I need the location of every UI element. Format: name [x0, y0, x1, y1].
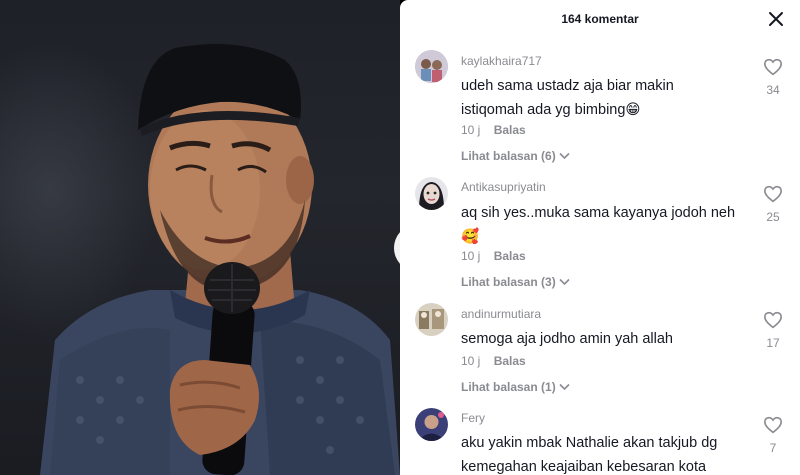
comment-text-line: udeh sama ustadz aja biar makin: [461, 78, 674, 94]
video-player[interactable]: [0, 0, 400, 475]
like-count: 17: [766, 336, 780, 350]
reply-button[interactable]: Balas: [494, 354, 526, 368]
panel-header: 164 komentar: [400, 0, 800, 38]
avatar[interactable]: [415, 303, 448, 336]
comment-text: aq sih yes..muka sama kayanya jodoh neh …: [461, 201, 751, 249]
comment-time: 10 j: [461, 249, 481, 263]
chevron-down-icon: [559, 278, 570, 286]
comment-username[interactable]: Antikasupriyatin: [461, 180, 546, 194]
comment-text-line: aku yakin mbak Nathalie akan takjub dg: [461, 435, 718, 451]
view-replies-label: Lihat balasan (1): [461, 380, 556, 394]
view-replies-label: Lihat balasan (6): [461, 149, 556, 163]
like-button[interactable]: 7: [760, 416, 786, 455]
comment-username[interactable]: kaylakhaira717: [461, 54, 542, 68]
view-replies-label: Lihat balasan (3): [461, 275, 556, 289]
video-frame: [40, 44, 400, 475]
like-count: 25: [766, 210, 780, 224]
view-replies-button[interactable]: Lihat balasan (3): [461, 275, 570, 289]
close-icon[interactable]: [768, 11, 784, 27]
comment-text: udeh sama ustadz aja biar makin istiqoma…: [461, 74, 751, 122]
comment-meta: 10 j Balas: [461, 123, 526, 137]
like-count: 7: [769, 441, 777, 455]
comment-meta: 10 j Balas: [461, 354, 526, 368]
view-replies-button[interactable]: Lihat balasan (1): [461, 380, 570, 394]
comment-text: semoga aja jodho amin yah allah: [461, 327, 751, 351]
comment-time: 10 j: [461, 123, 481, 137]
comment-text-line: kemegahan keajaiban kebesaran kota: [461, 459, 707, 475]
heart-outline-icon: [763, 416, 783, 434]
comment-text-line: aq sih yes..muka sama kayanya jodoh neh: [461, 205, 736, 221]
chevron-down-icon: [559, 152, 570, 160]
comment-username[interactable]: andinurmutiara: [461, 307, 541, 321]
comment-meta: 10 j Balas: [461, 249, 526, 263]
like-button[interactable]: 34: [760, 58, 786, 97]
view-replies-button[interactable]: Lihat balasan (6): [461, 149, 570, 163]
heart-outline-icon: [763, 185, 783, 203]
comments-count-title: 164 komentar: [561, 12, 639, 26]
chevron-down-icon: [559, 383, 570, 391]
comment-time: 10 j: [461, 354, 481, 368]
comment-text-line: 🥰: [461, 229, 480, 245]
comments-panel: 164 komentar kaylakhaira717 udeh sama us…: [400, 0, 800, 475]
heart-outline-icon: [763, 58, 783, 76]
comment-username[interactable]: Fery: [461, 411, 485, 425]
like-count: 34: [766, 83, 780, 97]
avatar[interactable]: [415, 50, 448, 83]
heart-outline-icon: [763, 311, 783, 329]
avatar[interactable]: [415, 177, 448, 210]
reply-button[interactable]: Balas: [494, 249, 526, 263]
comment-text: aku yakin mbak Nathalie akan takjub dg k…: [461, 431, 751, 475]
comment-text-line: semoga aja jodho amin yah allah: [461, 331, 673, 347]
like-button[interactable]: 17: [760, 311, 786, 350]
comment-text-line: istiqomah ada yg bimbing😁: [461, 102, 641, 118]
reply-button[interactable]: Balas: [494, 123, 526, 137]
avatar[interactable]: [415, 408, 448, 441]
like-button[interactable]: 25: [760, 185, 786, 224]
